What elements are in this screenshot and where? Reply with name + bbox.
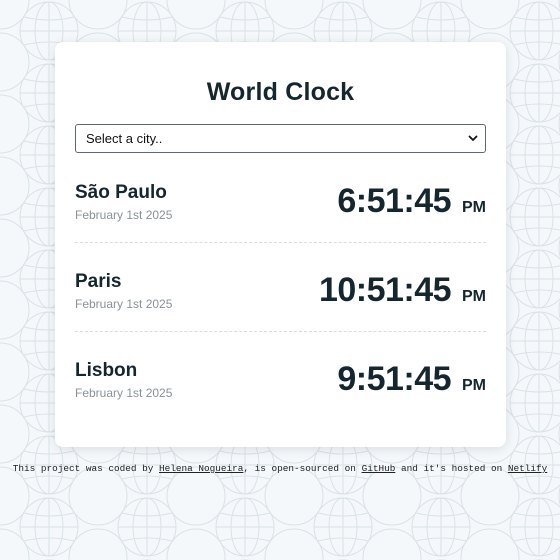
page-title: World Clock (206, 78, 355, 106)
footer-credits: This project was coded by Helena Nogueir… (0, 463, 560, 475)
city-name: Lisbon (75, 360, 138, 381)
footer-text: , is open-sourced on (243, 463, 362, 474)
city-time: 6:51:45 PM (337, 181, 486, 228)
city-time-ampm: PM (462, 199, 486, 216)
city-row-lisbon: Lisbon February 1st 2025 9:51:45 PM (75, 331, 486, 420)
city-time: 9:51:45 PM (337, 359, 486, 406)
city-row-paris: Paris February 1st 2025 10:51:45 PM (75, 242, 486, 332)
github-link[interactable]: GitHub (362, 463, 396, 474)
footer-text: This project was coded by (12, 463, 160, 474)
author-link[interactable]: Helena Nogueira (159, 463, 243, 474)
world-clock-card: World Clock Select a city.. São Paulo Fe… (55, 42, 506, 447)
city-name: Paris (75, 271, 122, 292)
city-time-ampm: PM (462, 288, 486, 305)
city-time-value: 6:51:45 (337, 182, 452, 220)
netlify-link[interactable]: Netlify (508, 463, 547, 474)
city-time-value: 9:51:45 (337, 360, 452, 398)
city-select[interactable]: Select a city.. (75, 124, 486, 153)
chevron-down-icon (468, 135, 478, 141)
footer-text: and it's hosted on (395, 463, 508, 474)
city-date: February 1st 2025 (75, 297, 173, 311)
city-date: February 1st 2025 (75, 208, 173, 222)
city-name: São Paulo (75, 182, 167, 203)
city-select-label: Select a city.. (86, 131, 163, 146)
city-time: 10:51:45 PM (319, 270, 486, 317)
city-time-ampm: PM (462, 377, 486, 394)
city-row-sao-paulo: São Paulo February 1st 2025 6:51:45 PM (75, 153, 486, 243)
city-date: February 1st 2025 (75, 386, 173, 400)
city-time-value: 10:51:45 (318, 271, 452, 309)
